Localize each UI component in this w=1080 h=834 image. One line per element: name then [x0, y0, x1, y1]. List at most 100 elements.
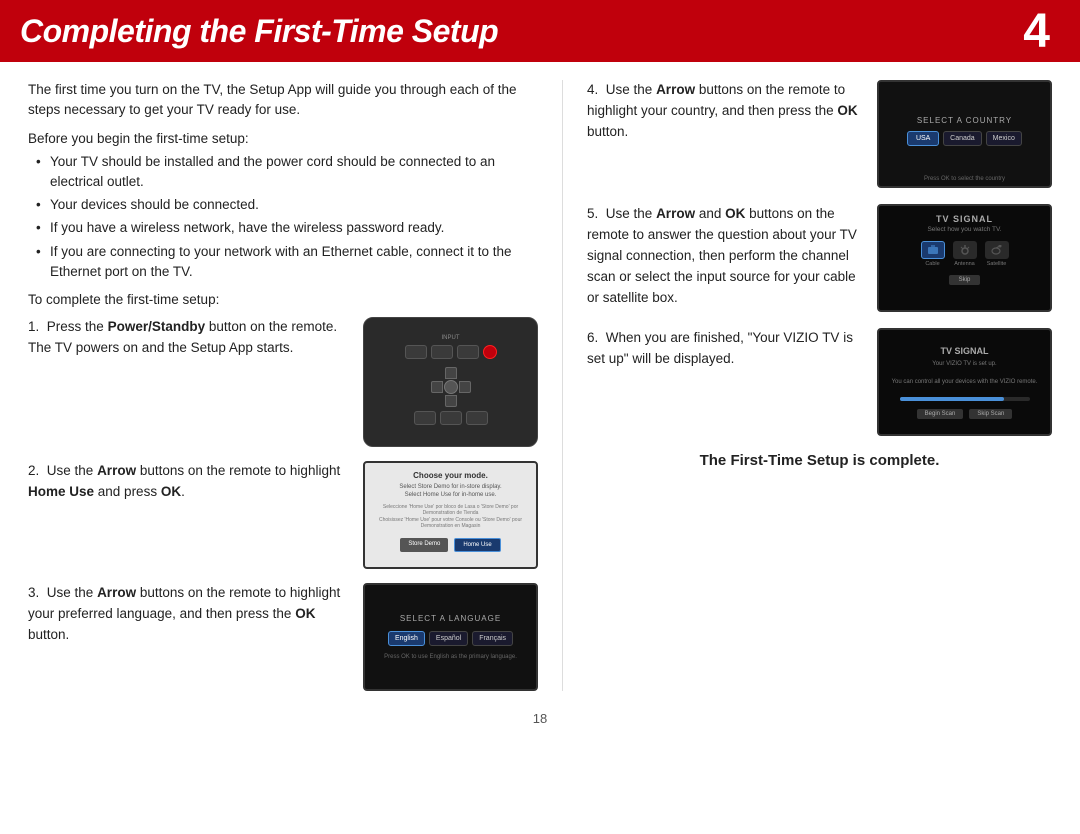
signal-subtitle: Select how you watch TV. [927, 226, 1001, 233]
signal-cable-box: Cable [921, 241, 945, 267]
remote-image: INPUT [363, 317, 538, 447]
complete-first-title: To complete the first-time setup: [28, 292, 538, 307]
step-1-before: Press the [47, 319, 108, 334]
country-buttons: USA Canada Mexico [907, 131, 1022, 146]
list-item: Your devices should be connected. [36, 195, 538, 215]
list-item: If you are connecting to your network wi… [36, 242, 538, 283]
step-3-bold: Arrow [97, 585, 136, 600]
satellite-label: Satellite [987, 261, 1007, 267]
step-1-text: 1. Press the Power/Standby button on the… [28, 317, 363, 359]
remote-power-btn [483, 345, 497, 359]
lang-francais: Français [472, 631, 513, 646]
signal-antenna-box: Antenna [953, 241, 977, 267]
step-2-image: Choose your mode. Select Store Demo for … [363, 461, 538, 569]
hu-subtitle: Select Store Demo for in-store display.S… [399, 483, 501, 500]
lang-title: SELECT A LANGUAGE [400, 614, 501, 623]
home-use-screen: Choose your mode. Select Store Demo for … [363, 461, 538, 569]
dpad-left [431, 381, 443, 393]
step-4-before: Use the [606, 82, 656, 97]
remote-btn-1 [405, 345, 427, 359]
tv-complete-screen: TV SIGNAL Your VIZIO TV is set up.You ca… [877, 328, 1052, 436]
step-3-before: Use the [47, 585, 97, 600]
language-screen: SELECT A LANGUAGE English Español França… [363, 583, 538, 691]
step-2-bold: Arrow [97, 463, 136, 478]
dpad-down [445, 395, 457, 407]
skip-scan-btn: Skip Scan [969, 409, 1012, 419]
step-4: 4. Use the Arrow buttons on the remote t… [587, 80, 1052, 188]
remote-btn-3 [457, 345, 479, 359]
step-4-bold2: OK [837, 103, 857, 118]
page-header: Completing the First-Time Setup 4 [0, 0, 1080, 62]
remote-btn-5 [440, 411, 462, 425]
tv-signal-screen: TV SIGNAL Select how you watch TV. Cable [877, 204, 1052, 312]
progress-bar [900, 397, 1030, 401]
remote-btn-4 [414, 411, 436, 425]
remote-btn-6 [466, 411, 488, 425]
step-5-image: TV SIGNAL Select how you watch TV. Cable [877, 204, 1052, 312]
complete-screen-buttons: Begin Scan Skip Scan [917, 409, 1013, 419]
step-2-bold3: OK [161, 484, 181, 499]
step-2-num: 2. [28, 463, 39, 478]
step-1-image: INPUT [363, 317, 538, 447]
step-3-after2: button. [28, 627, 69, 642]
step-4-image: SELECT A COUNTRY USA Canada Mexico Press… [877, 80, 1052, 188]
step-5: 5. Use the Arrow and OK buttons on the r… [587, 204, 1052, 312]
home-use-btn: Home Use [454, 538, 500, 552]
page-title: Completing the First-Time Setup [20, 13, 498, 50]
country-mexico: Mexico [986, 131, 1022, 146]
lang-english: English [388, 631, 425, 646]
step-6: 6. When you are finished, "Your VIZIO TV… [587, 328, 1052, 436]
dpad-up [445, 367, 457, 379]
lang-espanol: Español [429, 631, 468, 646]
list-item: Your TV should be installed and the powe… [36, 152, 538, 193]
lang-buttons: English Español Français [388, 631, 513, 646]
dpad-center [444, 380, 458, 394]
signal-satellite-box: Satellite [985, 241, 1009, 267]
list-item: If you have a wireless network, have the… [36, 218, 538, 238]
complete-screen-text: Your VIZIO TV is set up.You can control … [892, 360, 1038, 387]
signal-icons: Cable Antenna [921, 241, 1009, 267]
step-2-after2: and press [94, 484, 161, 499]
step-2-bold2: Home Use [28, 484, 94, 499]
page-number-header: 4 [1023, 4, 1050, 59]
step-5-bold: Arrow [656, 206, 695, 221]
step-5-num: 5. [587, 206, 598, 221]
remote-top-row [405, 345, 497, 359]
column-divider [562, 80, 563, 691]
step-1-bold: Power/Standby [108, 319, 206, 334]
step-2: 2. Use the Arrow buttons on the remote t… [28, 461, 538, 569]
page-footer: 18 [0, 701, 1080, 736]
satellite-icon [985, 241, 1009, 259]
country-screen: SELECT A COUNTRY USA Canada Mexico Press… [877, 80, 1052, 188]
step-5-before: Use the [606, 206, 656, 221]
antenna-svg [959, 245, 971, 255]
step-6-image: TV SIGNAL Your VIZIO TV is set up.You ca… [877, 328, 1052, 436]
antenna-icon [953, 241, 977, 259]
cable-icon [921, 241, 945, 259]
hu-title: Choose your mode. [413, 471, 488, 480]
step-6-after: When you are finished, "Your VIZIO TV is… [587, 330, 853, 366]
step-5-text: 5. Use the Arrow and OK buttons on the r… [587, 204, 865, 309]
step-6-text: 6. When you are finished, "Your VIZIO TV… [587, 328, 865, 370]
step-3-bold2: OK [295, 606, 315, 621]
step-1-num: 1. [28, 319, 39, 334]
progress-fill [900, 397, 1004, 401]
store-demo-btn: Store Demo [400, 538, 448, 552]
intro-paragraph: The first time you turn on the TV, the S… [28, 80, 538, 121]
right-column: 4. Use the Arrow buttons on the remote t… [587, 80, 1052, 691]
left-column: The first time you turn on the TV, the S… [28, 80, 538, 691]
before-title: Before you begin the first-time setup: [28, 131, 538, 146]
completion-label: The First-Time Setup is complete. [587, 452, 1052, 469]
country-canada: Canada [943, 131, 982, 146]
step-4-bold: Arrow [656, 82, 695, 97]
step-2-text: 2. Use the Arrow buttons on the remote t… [28, 461, 363, 503]
page-number-footer: 18 [533, 711, 547, 726]
step-4-text: 4. Use the Arrow buttons on the remote t… [587, 80, 865, 143]
step-1: 1. Press the Power/Standby button on the… [28, 317, 538, 447]
hu-buttons: Store Demo Home Use [400, 538, 500, 552]
main-content: The first time you turn on the TV, the S… [0, 62, 1080, 701]
step-2-after: buttons on the remote to highlight [136, 463, 340, 478]
step-2-before: Use the [47, 463, 97, 478]
dpad-right [459, 381, 471, 393]
step-3-num: 3. [28, 585, 39, 600]
